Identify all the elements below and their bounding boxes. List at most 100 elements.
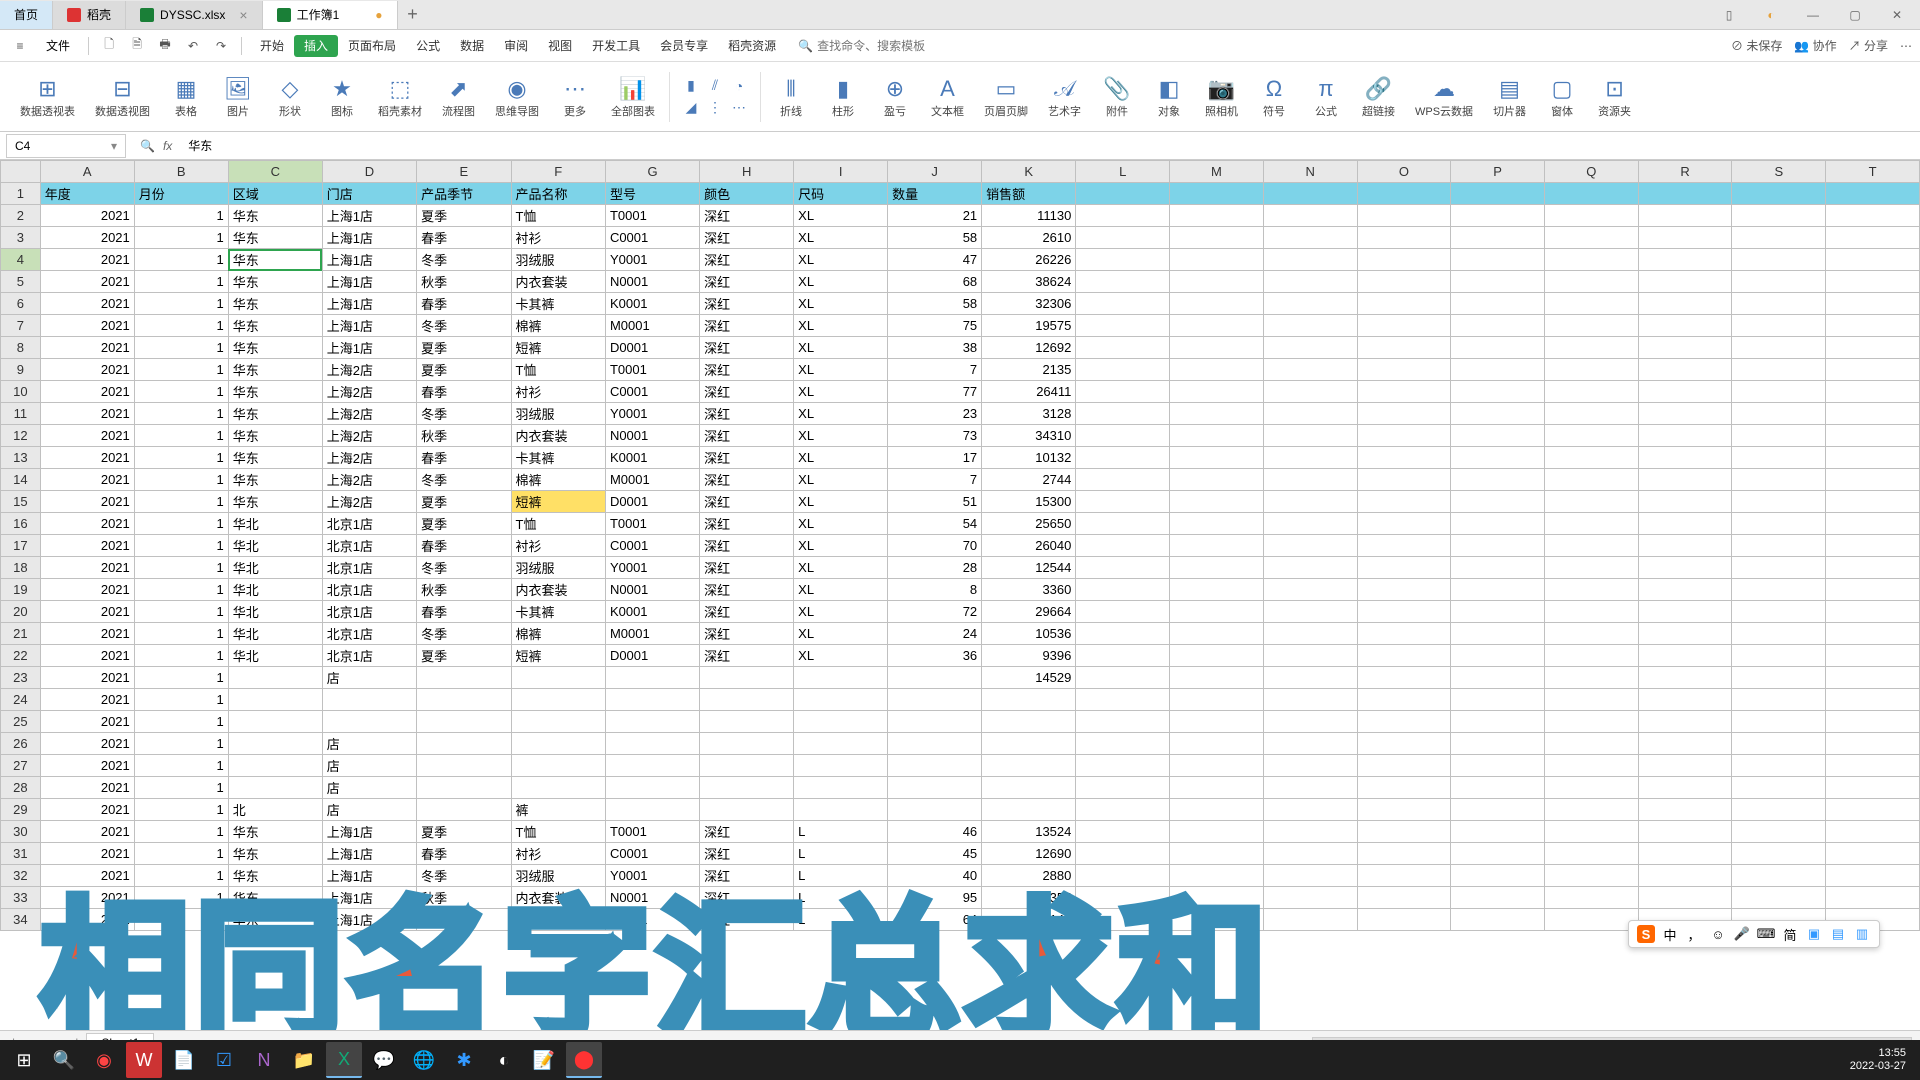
- cell[interactable]: [1451, 623, 1545, 645]
- table-header-cell[interactable]: 颜色: [700, 183, 794, 205]
- cell[interactable]: [1826, 271, 1920, 293]
- cell[interactable]: [1544, 821, 1638, 843]
- cell[interactable]: [1451, 733, 1545, 755]
- cell[interactable]: [700, 711, 794, 733]
- row-header-25[interactable]: 25: [1, 711, 41, 733]
- cell[interactable]: [1170, 425, 1264, 447]
- cell[interactable]: 2880: [982, 865, 1076, 887]
- col-header-O[interactable]: O: [1357, 161, 1451, 183]
- cell[interactable]: [1076, 557, 1170, 579]
- cell[interactable]: M0001: [605, 315, 699, 337]
- fx-icon[interactable]: fx: [163, 139, 172, 153]
- cell[interactable]: [1076, 403, 1170, 425]
- cell[interactable]: [1638, 205, 1732, 227]
- cell[interactable]: [1544, 293, 1638, 315]
- ribbon-公式[interactable]: π公式: [1300, 75, 1352, 119]
- cell[interactable]: 1: [134, 667, 228, 689]
- cell[interactable]: 2021: [40, 799, 134, 821]
- cell[interactable]: [1544, 205, 1638, 227]
- cell[interactable]: 华东: [228, 227, 322, 249]
- col-header-S[interactable]: S: [1732, 161, 1826, 183]
- tab-home[interactable]: 首页: [0, 1, 53, 29]
- cell[interactable]: [794, 689, 888, 711]
- cell[interactable]: [228, 733, 322, 755]
- cell[interactable]: [605, 711, 699, 733]
- table-header-cell[interactable]: 年度: [40, 183, 134, 205]
- share-button[interactable]: ↗ 分享: [1849, 37, 1888, 54]
- cell[interactable]: 1: [134, 447, 228, 469]
- cell[interactable]: [1357, 821, 1451, 843]
- cell[interactable]: 深红: [700, 381, 794, 403]
- cell[interactable]: 上海2店: [322, 447, 416, 469]
- cell[interactable]: 深红: [700, 843, 794, 865]
- cell[interactable]: [1638, 821, 1732, 843]
- cell[interactable]: [1638, 711, 1732, 733]
- cell[interactable]: [1732, 249, 1826, 271]
- cell[interactable]: [1451, 821, 1545, 843]
- cell[interactable]: 2021: [40, 381, 134, 403]
- cell[interactable]: [1826, 403, 1920, 425]
- cell[interactable]: [1451, 403, 1545, 425]
- cell[interactable]: XL: [794, 623, 888, 645]
- cell[interactable]: T0001: [605, 205, 699, 227]
- cell[interactable]: 2021: [40, 513, 134, 535]
- cell[interactable]: [1451, 315, 1545, 337]
- cell[interactable]: 华东: [228, 403, 322, 425]
- search-fx-icon[interactable]: 🔍: [140, 139, 155, 153]
- cell[interactable]: 2135: [982, 359, 1076, 381]
- cell[interactable]: 衬衫: [511, 227, 605, 249]
- cell[interactable]: [1826, 183, 1920, 205]
- ime-punct-icon[interactable]: ，: [1685, 925, 1703, 943]
- cell[interactable]: 华北: [228, 535, 322, 557]
- cell[interactable]: 深红: [700, 535, 794, 557]
- cell[interactable]: 深红: [700, 491, 794, 513]
- cell[interactable]: [1357, 205, 1451, 227]
- cell[interactable]: [1076, 755, 1170, 777]
- ribbon-对象[interactable]: ◧对象: [1143, 75, 1195, 119]
- cell[interactable]: [1451, 799, 1545, 821]
- app-icon[interactable]: ✱: [446, 1042, 482, 1078]
- cell[interactable]: 华东: [228, 843, 322, 865]
- cell[interactable]: [1170, 623, 1264, 645]
- cell[interactable]: [1732, 689, 1826, 711]
- cell[interactable]: 深红: [700, 293, 794, 315]
- cell[interactable]: 春季: [417, 227, 511, 249]
- cell[interactable]: 2021: [40, 667, 134, 689]
- cell[interactable]: 北京1店: [322, 645, 416, 667]
- cell[interactable]: [1826, 623, 1920, 645]
- cell[interactable]: 3128: [982, 403, 1076, 425]
- cell[interactable]: [605, 755, 699, 777]
- cell[interactable]: 华东: [228, 447, 322, 469]
- cell[interactable]: [1076, 799, 1170, 821]
- cell[interactable]: 2021: [40, 777, 134, 799]
- cell[interactable]: T恤: [511, 359, 605, 381]
- cell[interactable]: [1638, 447, 1732, 469]
- row-header-33[interactable]: 33: [1, 887, 41, 909]
- spreadsheet-grid[interactable]: ABCDEFGHIJKLMNOPQRST1年度月份区域门店产品季节产品名称型号颜…: [0, 160, 1920, 1030]
- cell[interactable]: 上海1店: [322, 227, 416, 249]
- ribbon-形状[interactable]: ◇形状: [264, 75, 316, 119]
- row-header-34[interactable]: 34: [1, 909, 41, 931]
- cell[interactable]: 2021: [40, 447, 134, 469]
- cell[interactable]: 上海2店: [322, 469, 416, 491]
- cell[interactable]: [1826, 557, 1920, 579]
- cell[interactable]: 深红: [700, 623, 794, 645]
- cell[interactable]: [228, 755, 322, 777]
- cell[interactable]: [1638, 887, 1732, 909]
- cell[interactable]: [1263, 447, 1357, 469]
- cell[interactable]: [417, 755, 511, 777]
- cell[interactable]: [1263, 821, 1357, 843]
- cell[interactable]: 2021: [40, 601, 134, 623]
- cell[interactable]: 夏季: [417, 491, 511, 513]
- cell[interactable]: [1263, 513, 1357, 535]
- row-header-3[interactable]: 3: [1, 227, 41, 249]
- cell[interactable]: [1732, 513, 1826, 535]
- row-header-30[interactable]: 30: [1, 821, 41, 843]
- menu-tab-开发工具[interactable]: 开发工具: [582, 35, 650, 57]
- cell[interactable]: [1451, 491, 1545, 513]
- cell[interactable]: [1263, 557, 1357, 579]
- cell[interactable]: [1263, 271, 1357, 293]
- cell[interactable]: 北京1店: [322, 513, 416, 535]
- row-header-8[interactable]: 8: [1, 337, 41, 359]
- row-header-1[interactable]: 1: [1, 183, 41, 205]
